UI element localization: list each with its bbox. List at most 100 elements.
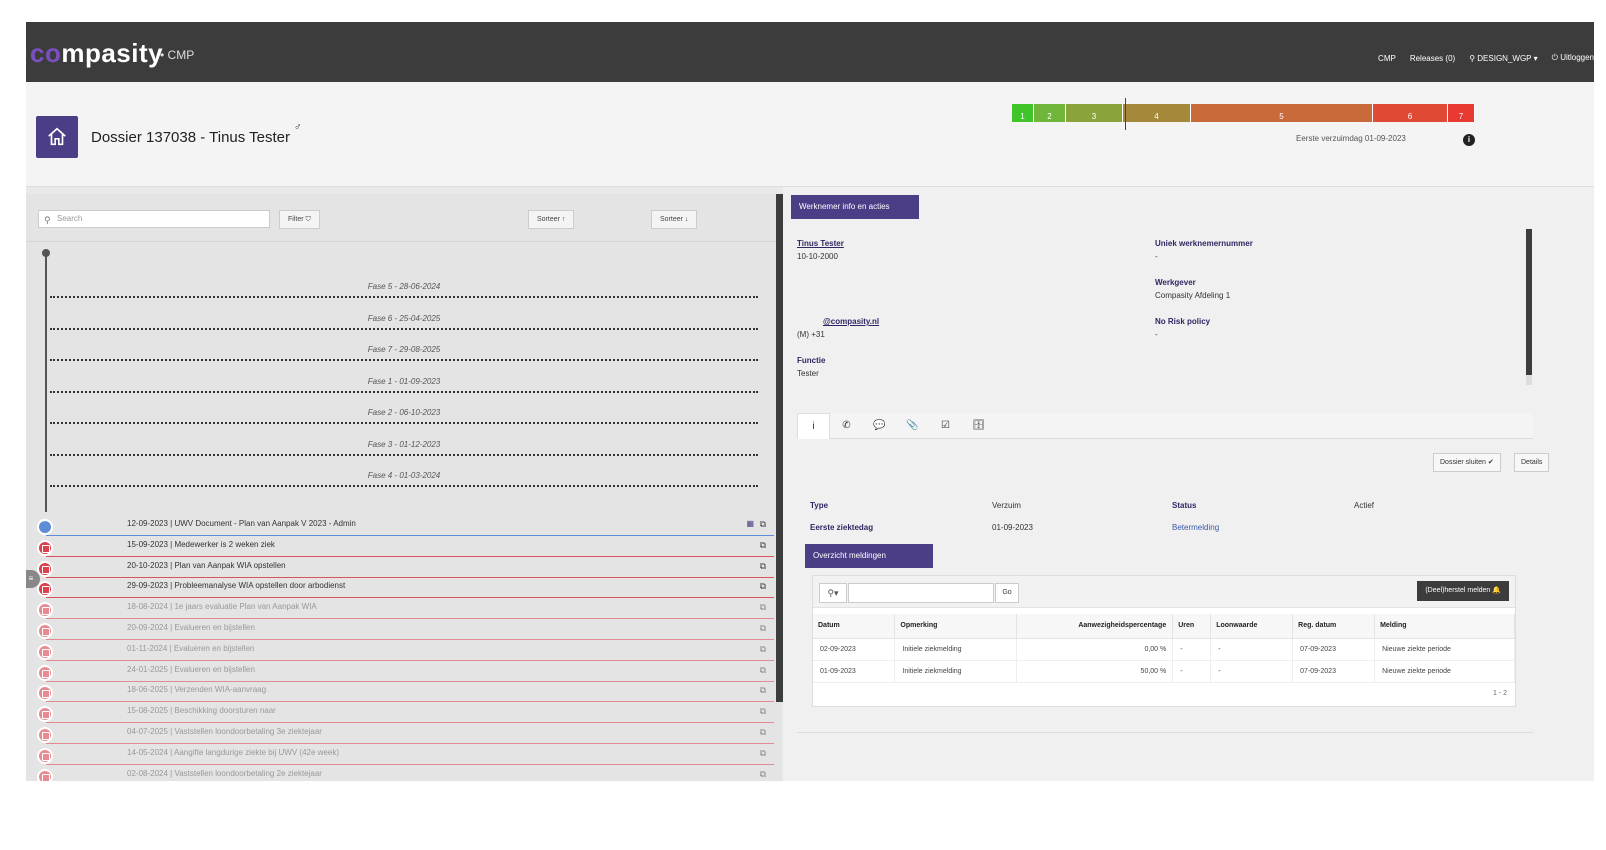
employee-panel: Werknemer info en acties Tinus Tester 10… — [783, 187, 1594, 781]
checkbox-tab-icon[interactable]: ☑ — [929, 413, 962, 439]
open-external-icon[interactable]: ⧉ — [760, 602, 766, 613]
phase-divider: Fase 1 - 01-09-2023 — [50, 373, 758, 393]
type-value: Verzuim — [992, 501, 1021, 510]
open-external-icon[interactable]: ⧉ — [760, 561, 766, 572]
timeline-item[interactable]: 15-08-2025 | Beschikking doorsturen naar… — [37, 702, 774, 724]
phone-tab-icon[interactable]: ✆ — [830, 413, 863, 439]
tab-overview-reports[interactable]: Overzicht meldingen — [805, 544, 933, 568]
table-cell: Initiele ziekmelding — [894, 660, 1018, 683]
phase-segment-2: 2 — [1034, 104, 1066, 122]
phase-divider: Fase 2 - 06-10-2023 — [50, 404, 758, 424]
chat-tab-icon[interactable]: 💬 — [863, 413, 896, 439]
timeline-item[interactable]: 14-05-2024 | Aangifte langdurige ziekte … — [37, 744, 774, 765]
dossier-header: Dossier 137038 - Tinus Tester ♂ 1234567 … — [26, 82, 1594, 187]
timeline-item[interactable]: 12-09-2023 | UWV Document - Plan van Aan… — [37, 515, 774, 536]
male-icon: ♂ — [294, 122, 302, 133]
employee-email-link[interactable]: @compasity.nl — [823, 317, 879, 326]
sort-desc-button[interactable]: Sorteer ↓ — [651, 210, 698, 229]
task-status-icon — [37, 685, 53, 702]
timeline-item-label: 14-05-2024 | Aangifte langdurige ziekte … — [127, 747, 339, 757]
close-dossier-button[interactable]: Dossier sluiten ✔ — [1433, 453, 1501, 472]
home-button[interactable] — [36, 116, 78, 158]
timeline-item[interactable]: 24-01-2025 | Evalueren en bijstellen ⧉ — [37, 661, 774, 682]
logo[interactable]: compasity — [30, 38, 163, 69]
timeline-item[interactable]: 04-07-2025 | Vaststellen loondoorbetalin… — [37, 723, 774, 744]
timeline-item[interactable]: 01-11-2024 | Evalueren en bijstellen ⧉ — [37, 640, 774, 661]
power-icon: ⏻ — [1551, 53, 1561, 62]
column-header[interactable]: Uren — [1172, 614, 1212, 639]
filter-button[interactable]: Filter ⛉ — [279, 210, 320, 229]
recovery-link[interactable]: Betermelding — [1172, 523, 1219, 532]
timeline-item[interactable]: 20-09-2024 | Evalueren en bijstellen ⧉ — [37, 619, 774, 640]
sort-asc-button[interactable]: Sorteer ↑ — [528, 210, 575, 229]
open-external-icon[interactable]: ⧉ — [760, 748, 766, 759]
table-body: 02-09-2023 Initiele ziekmelding 0,00 % - -07… — [813, 638, 1515, 683]
card-scrollbar-thumb[interactable] — [1526, 229, 1532, 375]
open-external-icon[interactable]: ⧉ — [760, 706, 766, 717]
norisk-value: - — [1155, 330, 1158, 339]
search-input[interactable]: ⚲ Search — [38, 210, 270, 228]
nav-cmp[interactable]: CMP — [1378, 54, 1396, 63]
column-header[interactable]: Loonwaarde — [1210, 614, 1294, 639]
app-window: compasity • CMP CMP Releases (0) ⚲ DESIG… — [26, 22, 1594, 781]
table-row[interactable]: 02-09-2023 Initiele ziekmelding 0,00 % - -07… — [813, 638, 1515, 661]
archive-tab-icon[interactable]: 🗄 — [962, 413, 995, 439]
employer-value: Compasity Afdeling 1 — [1155, 291, 1231, 300]
search-dropdown-icon[interactable]: ⚲▾ — [819, 583, 847, 603]
nav-user-menu[interactable]: ⚲ DESIGN_WGP ▾ — [1469, 54, 1537, 63]
column-header[interactable]: Opmerking — [894, 614, 1018, 639]
caret-down-icon: ▾ — [1531, 53, 1538, 63]
panel-divider[interactable] — [776, 194, 783, 702]
open-external-icon[interactable]: ⧉ — [760, 540, 766, 551]
phase-divider: Fase 6 - 25-04-2025 — [50, 310, 758, 330]
search-icon: ⚲ — [44, 215, 51, 225]
nav-releases[interactable]: Releases (0) — [1410, 54, 1455, 63]
timeline-item[interactable]: 29-09-2023 | Probleemanalyse WIA opstell… — [37, 577, 774, 599]
task-status-icon — [37, 664, 53, 681]
timeline-item[interactable]: 20-10-2023 | Plan van Aanpak WIA opstell… — [37, 557, 774, 578]
first-absence-date: Eerste verzuimdag 01-09-2023 — [1296, 134, 1406, 143]
timeline-item-label: 29-09-2023 | Probleemanalyse WIA opstell… — [127, 581, 346, 591]
timeline-item[interactable]: 02-08-2024 | Vaststellen loondoorbetalin… — [37, 765, 774, 781]
employee-card: Tinus Tester 10-10-2000 @compasity.nl (M… — [797, 231, 1533, 387]
table-cell: Nieuwe ziekte periode — [1374, 660, 1515, 683]
column-header[interactable]: Datum — [813, 614, 896, 639]
column-header[interactable]: Melding — [1374, 614, 1515, 639]
go-button[interactable]: Go — [995, 583, 1019, 603]
timeline-panel: ⚲ Search Filter ⛉ Sorteer ↑ Sorteer ↓ Fas… — [26, 194, 782, 781]
reports-search-input[interactable] — [848, 583, 994, 603]
nav-logout[interactable]: ⏻ Uitloggen — [1552, 53, 1594, 63]
open-external-icon[interactable]: ⧉ — [760, 769, 766, 780]
open-external-icon[interactable]: ⧉ — [760, 727, 766, 738]
filter-icon: ⛉ — [305, 216, 311, 223]
info-tab-icon[interactable]: i — [797, 413, 830, 439]
open-external-icon[interactable]: ⧉ — [760, 581, 766, 592]
employee-name-link[interactable]: Tinus Tester — [797, 239, 844, 248]
phase-divider: Fase 3 - 01-12-2023 — [50, 436, 758, 456]
table-cell: - — [1172, 638, 1212, 661]
info-icon[interactable]: i — [1463, 134, 1475, 146]
open-external-icon[interactable]: ⧉ — [760, 644, 766, 655]
unique-number-value: - — [1155, 252, 1158, 261]
timeline-item[interactable]: 15-09-2023 | Medewerker is 2 weken ziek ⧉ — [37, 536, 774, 557]
timeline-item[interactable]: 18-08-2024 | 1e jaars evaluatie Plan van… — [37, 598, 774, 620]
more-dots-icon — [37, 518, 53, 535]
tab-employee-info[interactable]: Werknemer info en acties — [791, 195, 919, 219]
timeline-item-label: 12-09-2023 | UWV Document - Plan van Aan… — [127, 519, 356, 528]
report-recovery-button[interactable]: (Deel)herstel melden 🔔 — [1417, 581, 1509, 601]
phase-segment-7: 7 — [1448, 104, 1475, 122]
phase-segment-4: 4 — [1123, 104, 1191, 122]
open-external-icon[interactable]: ⧉ — [760, 623, 766, 634]
column-header[interactable]: Reg. datum — [1292, 614, 1376, 639]
table-cell: Initiele ziekmelding — [894, 638, 1018, 661]
details-button[interactable]: Details — [1514, 453, 1550, 472]
open-external-icon[interactable]: ⧉ — [760, 519, 766, 530]
table-row[interactable]: 01-09-2023 Initiele ziekmelding 50,00 % - -0… — [813, 660, 1515, 683]
calendar-icon[interactable]: ▦ — [746, 519, 754, 528]
column-header[interactable]: Aanwezigheidspercentage — [1016, 614, 1174, 639]
open-external-icon[interactable]: ⧉ — [760, 665, 766, 676]
open-external-icon[interactable]: ⧉ — [760, 685, 766, 696]
paperclip-tab-icon[interactable]: 📎 — [896, 413, 929, 439]
table-header-row: Datum Opmerking Aanwezigheidspercentage Ure… — [813, 614, 1515, 639]
timeline-item[interactable]: 18-06-2025 | Verzenden WIA-aanvraag ⧉ — [37, 681, 774, 703]
